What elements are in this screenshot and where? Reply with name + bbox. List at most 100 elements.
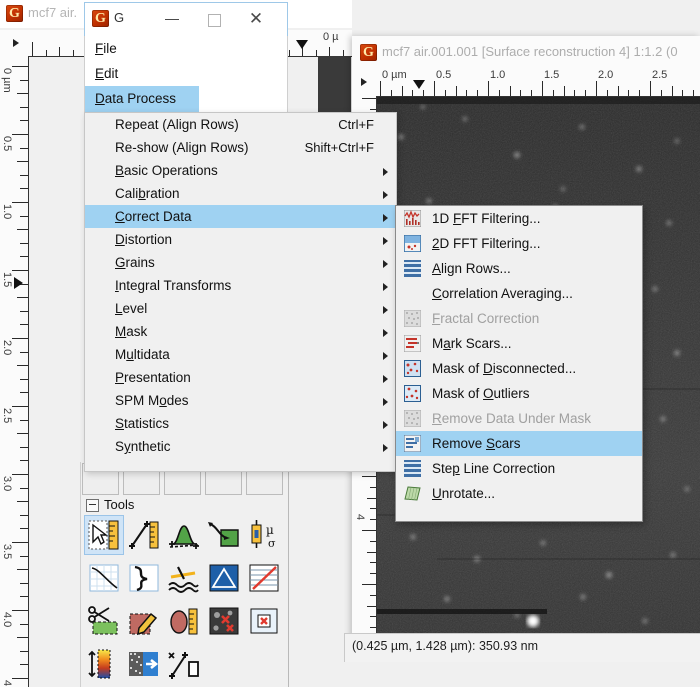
submenu-item-label: Remove Data Under Mask bbox=[432, 411, 591, 426]
selection-manager-tool-button[interactable] bbox=[164, 644, 204, 684]
ruler-tick bbox=[380, 81, 381, 96]
menu-item-reshow-align-rows[interactable]: Re-show (Align Rows) Shift+Ctrl+F bbox=[85, 136, 396, 159]
menubar-edit-mnemonic: E bbox=[95, 66, 104, 81]
submenu-item-2d-fft-filtering[interactable]: 2D FFT Filtering... bbox=[396, 231, 642, 256]
correct-data-submenu[interactable]: 1D FFT Filtering... 2D FFT Filtering... … bbox=[395, 205, 643, 522]
menu-item-spm-modes[interactable]: SPM Modes bbox=[85, 389, 396, 412]
tools-collapse-toggle[interactable] bbox=[86, 499, 99, 512]
menubar-filler bbox=[199, 86, 285, 112]
menu-item-grains[interactable]: Grains bbox=[85, 251, 396, 274]
menu-item-label: Basic Operations bbox=[115, 163, 218, 178]
menu-item-multidata[interactable]: Multidata bbox=[85, 343, 396, 366]
ruler-tick bbox=[370, 508, 376, 509]
submenu-item-1d-fft-filtering[interactable]: 1D FFT Filtering... bbox=[396, 206, 642, 231]
submenu-item-mask-of-disconnected[interactable]: Mask of Disconnected... bbox=[396, 356, 642, 381]
menubar-item-file[interactable]: File bbox=[85, 36, 285, 62]
submenu-item-unrotate[interactable]: Unrotate... bbox=[396, 481, 642, 506]
ruler-tick bbox=[693, 90, 694, 96]
ruler-tick bbox=[20, 624, 28, 625]
ruler-tick bbox=[20, 148, 28, 149]
submenu-arrow-icon bbox=[383, 214, 388, 222]
ruler-label: 2.0 bbox=[598, 69, 613, 81]
menu-item-repeat-align-rows[interactable]: Repeat (Align Rows) Ctrl+F bbox=[85, 113, 396, 136]
ruler-tick bbox=[391, 90, 392, 96]
submenu-item-align-rows[interactable]: Align Rows... bbox=[396, 256, 642, 281]
ruler-tick bbox=[17, 297, 28, 298]
ruler-tick bbox=[650, 81, 651, 96]
menu-item-statistics[interactable]: Statistics bbox=[85, 412, 396, 435]
menubar-item-edit[interactable]: Edit bbox=[85, 61, 285, 87]
grain-measure-icon bbox=[165, 602, 203, 640]
distance-tool-button[interactable] bbox=[124, 515, 164, 555]
menu-item-accel: Shift+Ctrl+F bbox=[305, 136, 374, 159]
ruler-tick bbox=[17, 229, 28, 230]
menu-item-basic-operations[interactable]: Basic Operations bbox=[85, 159, 396, 182]
ruler-label: 1.0 bbox=[1, 204, 13, 219]
submenu-item-label: Step Line Correction bbox=[432, 461, 555, 476]
ruler-tick bbox=[370, 541, 376, 542]
three-point-level-tool-button[interactable] bbox=[204, 558, 244, 598]
ruler-tick bbox=[682, 90, 683, 96]
submenu-item-correlation-averaging[interactable]: Correlation Averaging... bbox=[396, 281, 642, 306]
filter-tool-button[interactable] bbox=[124, 644, 164, 684]
ruler-tick bbox=[12, 406, 28, 407]
statistical-quantities-tool-button[interactable]: µ σ bbox=[244, 515, 284, 555]
submenu-item-remove-scars[interactable]: Remove Scars bbox=[396, 431, 642, 456]
crop-tool-button[interactable] bbox=[84, 601, 124, 641]
menu-item-presentation[interactable]: Presentation bbox=[85, 366, 396, 389]
menu-item-calibration[interactable]: Calibration bbox=[85, 182, 396, 205]
menubar-edit-rest: dit bbox=[104, 66, 118, 81]
ruler-tick bbox=[20, 324, 28, 325]
menu-item-label: Grains bbox=[115, 255, 155, 270]
submenu-item-mark-scars[interactable]: Mark Scars... bbox=[396, 331, 642, 356]
submenu-item-step-line-correction[interactable]: Step Line Correction bbox=[396, 456, 642, 481]
path-level-tool-button[interactable] bbox=[244, 558, 284, 598]
menubar-file-rest: ile bbox=[103, 41, 117, 56]
menu-item-synthetic[interactable]: Synthetic bbox=[85, 435, 396, 458]
roughness-tool-button[interactable] bbox=[164, 558, 204, 598]
row-column-statistics-tool-button[interactable] bbox=[124, 558, 164, 598]
ruler-tick bbox=[316, 50, 317, 56]
menu-item-label: Distortion bbox=[115, 232, 172, 247]
ruler-tick bbox=[367, 552, 376, 553]
ruler-tick bbox=[423, 90, 424, 96]
color-range-tool-button[interactable] bbox=[84, 644, 124, 684]
menu-item-correct-data[interactable]: Correct Data bbox=[85, 205, 396, 228]
minimize-button[interactable] bbox=[152, 2, 192, 36]
submenu-item-label: 2D FFT Filtering... bbox=[432, 236, 541, 251]
submenu-arrow-icon bbox=[383, 191, 388, 199]
spectro-tool-button[interactable] bbox=[204, 515, 244, 555]
submenu-arrow-icon bbox=[383, 375, 388, 383]
menu-item-integral-transforms[interactable]: Integral Transforms bbox=[85, 274, 396, 297]
tools-section-label: Tools bbox=[104, 497, 134, 512]
ruler-tick bbox=[542, 81, 543, 96]
ruler-tick bbox=[499, 90, 500, 96]
menubar-item-data-process[interactable]: Data Process bbox=[85, 86, 199, 112]
maximize-button[interactable] bbox=[194, 2, 234, 36]
submenu-item-label: Align Rows... bbox=[432, 261, 511, 276]
statistical-functions-tool-button[interactable] bbox=[84, 558, 124, 598]
ruler-tick bbox=[17, 433, 28, 434]
ruler-tick bbox=[12, 610, 28, 611]
mask-disconnected-icon bbox=[404, 360, 421, 377]
menu-item-distortion[interactable]: Distortion bbox=[85, 228, 396, 251]
ruler-tick bbox=[20, 256, 28, 257]
ruler-tick bbox=[46, 50, 47, 56]
grain-measure-tool-button[interactable] bbox=[164, 601, 204, 641]
mark-scars-icon bbox=[404, 335, 421, 352]
ruler-tick bbox=[20, 447, 28, 448]
menu-item-level[interactable]: Level bbox=[85, 297, 396, 320]
grain-remover-tool-button[interactable] bbox=[204, 601, 244, 641]
data-process-dropdown-menu[interactable]: Repeat (Align Rows) Ctrl+F Re-show (Alig… bbox=[84, 112, 397, 472]
menu-item-mask[interactable]: Mask bbox=[85, 320, 396, 343]
submenu-item-mask-of-outliers[interactable]: Mask of Outliers bbox=[396, 381, 642, 406]
mask-editor-tool-button[interactable] bbox=[124, 601, 164, 641]
ruler-label: 1.0 bbox=[490, 69, 505, 81]
profile-tool-button[interactable] bbox=[164, 515, 204, 555]
spot-remove-tool-button[interactable] bbox=[244, 601, 284, 641]
ruler-label: 4.0 bbox=[1, 612, 13, 627]
menu-item-label: Repeat (Align Rows) bbox=[115, 117, 239, 132]
menu-item-accel: Ctrl+F bbox=[338, 113, 374, 136]
read-value-tool-button[interactable] bbox=[84, 515, 124, 555]
close-button[interactable]: ✕ bbox=[236, 2, 276, 36]
